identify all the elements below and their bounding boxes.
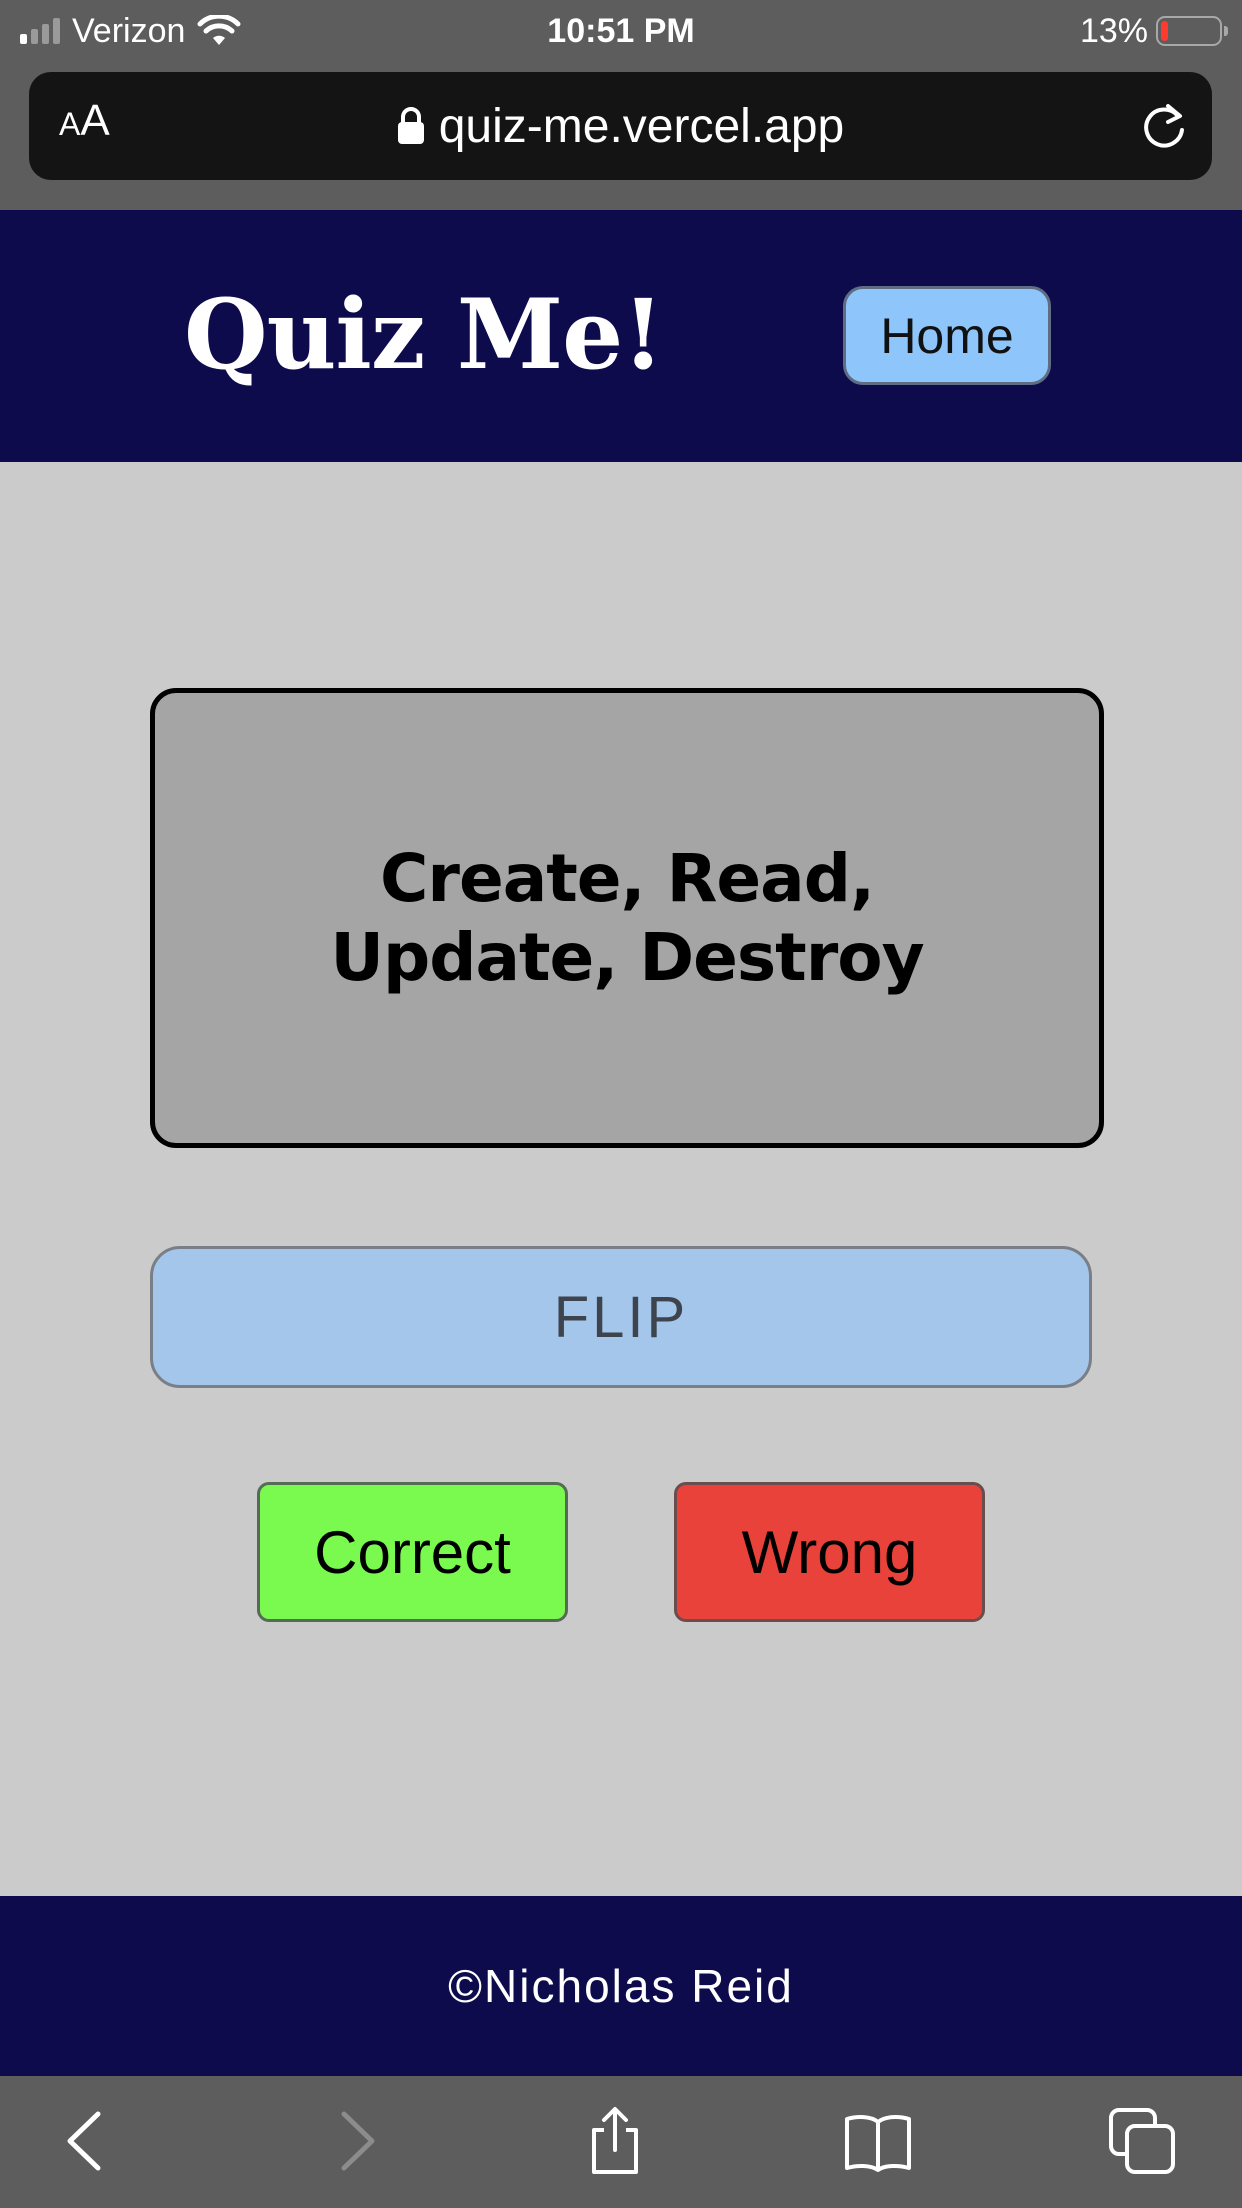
battery-icon	[1156, 16, 1228, 46]
flashcard-text: Create, Read, Update, Destroy	[330, 839, 924, 996]
app-footer: ©Nicholas Reid	[0, 1896, 1242, 2076]
wrong-button[interactable]: Wrong	[674, 1482, 985, 1622]
status-right: 13%	[1079, 8, 1228, 54]
battery-level-fill	[1161, 21, 1169, 41]
tabs-icon[interactable]	[1107, 2106, 1177, 2176]
footer-copyright: ©Nicholas Reid	[448, 1960, 794, 2012]
address-bar[interactable]: A A quiz-me.vercel.app	[29, 72, 1212, 180]
forward-icon[interactable]	[320, 2106, 390, 2176]
lock-icon	[397, 107, 424, 144]
battery-percent: 13%	[1079, 11, 1148, 50]
app-title: Quiz Me!	[184, 278, 664, 391]
browser-toolbar	[0, 2076, 1242, 2208]
app-header: Quiz Me! Home	[0, 210, 1242, 462]
status-bar: Verizon 10:51 PM 13%	[0, 0, 1242, 62]
url-text: quiz-me.vercel.app	[438, 99, 845, 153]
main-content: Create, Read, Update, Destroy FLIP Corre…	[0, 462, 1242, 1896]
url-display[interactable]: quiz-me.vercel.app	[29, 72, 1212, 180]
home-button[interactable]: Home	[843, 286, 1051, 385]
clock: 10:51 PM	[547, 12, 695, 50]
bookmarks-icon[interactable]	[843, 2106, 913, 2176]
back-icon[interactable]	[52, 2106, 122, 2176]
flashcard[interactable]: Create, Read, Update, Destroy	[150, 688, 1104, 1148]
correct-button[interactable]: Correct	[257, 1482, 568, 1622]
share-icon[interactable]	[580, 2106, 650, 2176]
flip-button[interactable]: FLIP	[150, 1246, 1092, 1388]
reload-icon[interactable]	[1138, 100, 1190, 152]
